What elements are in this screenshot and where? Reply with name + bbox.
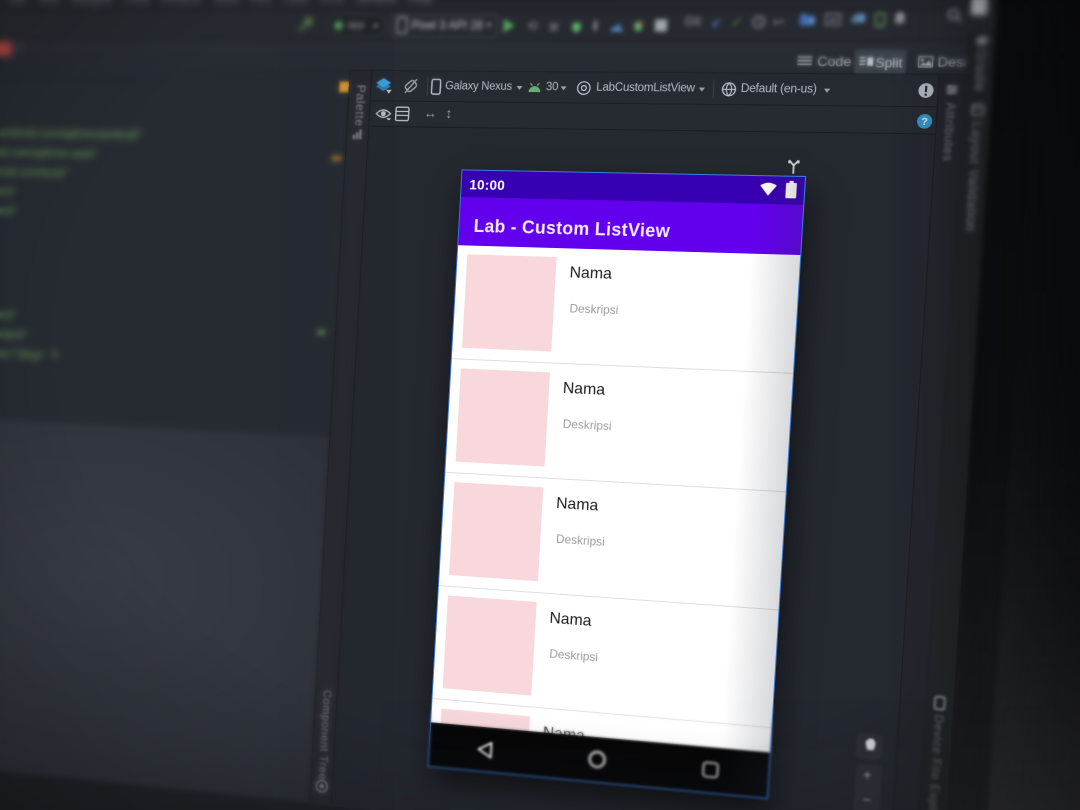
svg-text:?: ?	[921, 116, 928, 128]
